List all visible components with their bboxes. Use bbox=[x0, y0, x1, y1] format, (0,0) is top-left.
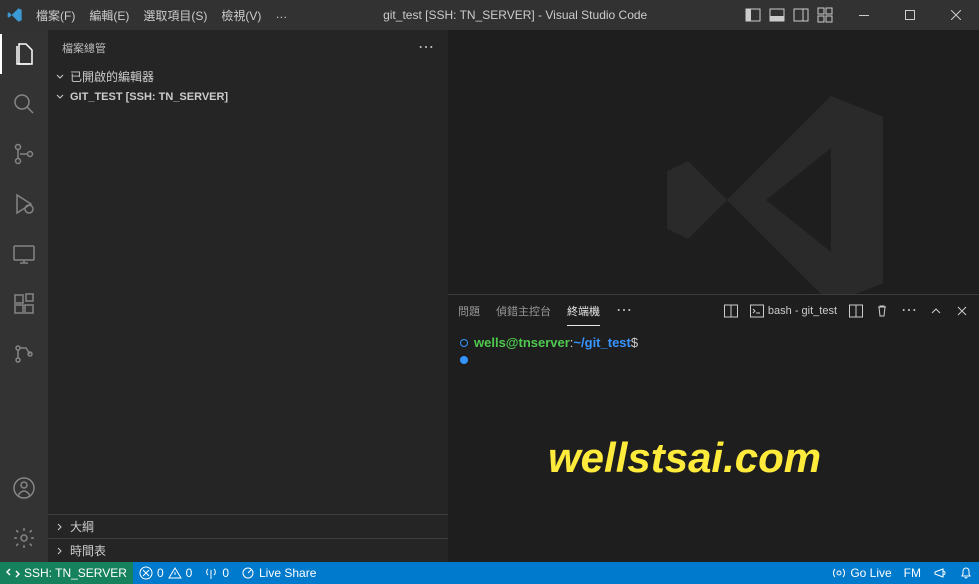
toggle-panel-icon[interactable] bbox=[769, 7, 785, 23]
menu-view[interactable]: 檢視(V) bbox=[215, 3, 267, 28]
shell-label: bash - git_test bbox=[768, 305, 837, 317]
problems-indicator[interactable]: 0 0 bbox=[133, 562, 198, 584]
panel-more-icon[interactable]: ⋯ bbox=[616, 303, 632, 319]
ports-indicator[interactable]: 0 bbox=[198, 562, 235, 584]
bell-icon bbox=[959, 566, 973, 580]
menu-file[interactable]: 檔案(F) bbox=[30, 3, 81, 28]
close-panel-icon[interactable] bbox=[955, 304, 969, 318]
fm-label: FM bbox=[904, 566, 921, 580]
close-button[interactable] bbox=[933, 0, 979, 30]
split-editor-icon[interactable] bbox=[724, 304, 738, 318]
warning-count: 0 bbox=[186, 566, 193, 580]
vscode-watermark-icon bbox=[649, 70, 909, 330]
remote-label: SSH: TN_SERVER bbox=[24, 566, 127, 580]
megaphone-icon bbox=[933, 566, 947, 580]
folder-label: GIT_TEST [SSH: TN_SERVER] bbox=[70, 91, 228, 103]
trash-icon[interactable] bbox=[875, 304, 889, 318]
menu-bar: 檔案(F) 編輯(E) 選取項目(S) 檢視(V) … bbox=[30, 3, 293, 28]
explorer-icon[interactable] bbox=[0, 34, 48, 74]
chevron-down-icon bbox=[54, 91, 66, 103]
liveshare-label: Live Share bbox=[259, 566, 316, 580]
ports-count: 0 bbox=[222, 566, 229, 580]
toggle-primary-sidebar-icon[interactable] bbox=[745, 7, 761, 23]
window-controls bbox=[841, 0, 979, 30]
menu-more[interactable]: … bbox=[269, 3, 293, 28]
timeline-section[interactable]: 時間表 bbox=[48, 538, 448, 562]
open-editors-section[interactable]: 已開啟的編輯器 bbox=[48, 65, 448, 88]
prompt-circle-icon bbox=[460, 339, 468, 347]
chevron-down-icon bbox=[54, 71, 66, 83]
golive-button[interactable]: Go Live bbox=[826, 566, 897, 580]
warning-icon bbox=[168, 566, 182, 580]
activity-bar bbox=[0, 30, 48, 562]
terminal-shell-selector[interactable]: bash - git_test bbox=[750, 304, 837, 318]
toggle-secondary-sidebar-icon[interactable] bbox=[793, 7, 809, 23]
accounts-icon[interactable] bbox=[0, 468, 48, 508]
remote-explorer-icon[interactable] bbox=[0, 234, 48, 274]
sidebar-title: 檔案總管 bbox=[62, 40, 106, 56]
vscode-logo-icon bbox=[0, 7, 30, 23]
menu-edit[interactable]: 編輯(E) bbox=[83, 3, 135, 28]
maximize-button[interactable] bbox=[887, 0, 933, 30]
customize-layout-icon[interactable] bbox=[817, 7, 833, 23]
prompt-cursor-icon bbox=[460, 356, 468, 364]
status-bar: SSH: TN_SERVER 0 0 0 Live Share Go Live … bbox=[0, 562, 979, 584]
editor-area: 問題 偵錯主控台 終端機 ⋯ bash - git_test ⋯ bbox=[448, 30, 979, 562]
settings-gear-icon[interactable] bbox=[0, 518, 48, 558]
title-bar: 檔案(F) 編輯(E) 選取項目(S) 檢視(V) … git_test [SS… bbox=[0, 0, 979, 30]
feedback-button[interactable] bbox=[927, 566, 953, 580]
menu-selection[interactable]: 選取項目(S) bbox=[137, 3, 213, 28]
remote-indicator[interactable]: SSH: TN_SERVER bbox=[0, 562, 133, 584]
antenna-icon bbox=[204, 566, 218, 580]
sidebar-more-icon[interactable]: ⋯ bbox=[418, 40, 434, 56]
terminal-icon bbox=[750, 304, 764, 318]
term-path: ~/git_test bbox=[573, 335, 630, 350]
notifications-button[interactable] bbox=[953, 566, 979, 580]
chevron-right-icon bbox=[54, 521, 66, 533]
chevron-up-icon[interactable] bbox=[929, 304, 943, 318]
source-control-icon[interactable] bbox=[0, 134, 48, 174]
git-graph-icon[interactable] bbox=[0, 334, 48, 374]
sidebar-header: 檔案總管 ⋯ bbox=[48, 30, 448, 65]
tab-debug-console[interactable]: 偵錯主控台 bbox=[496, 297, 551, 325]
remote-icon bbox=[6, 566, 20, 580]
term-at: @ bbox=[506, 335, 519, 350]
tab-problems[interactable]: 問題 bbox=[458, 297, 480, 325]
split-terminal-icon[interactable] bbox=[849, 304, 863, 318]
sidebar-explorer: 檔案總管 ⋯ 已開啟的編輯器 GIT_TEST [SSH: TN_SERVER]… bbox=[48, 30, 448, 562]
search-icon[interactable] bbox=[0, 84, 48, 124]
open-editors-label: 已開啟的編輯器 bbox=[70, 68, 154, 85]
outline-section[interactable]: 大綱 bbox=[48, 514, 448, 538]
window-title: git_test [SSH: TN_SERVER] - Visual Studi… bbox=[293, 8, 737, 22]
run-debug-icon[interactable] bbox=[0, 184, 48, 224]
tab-terminal[interactable]: 終端機 bbox=[567, 297, 600, 326]
panel-tabs: 問題 偵錯主控台 終端機 ⋯ bash - git_test ⋯ bbox=[448, 295, 979, 327]
outline-label: 大綱 bbox=[70, 518, 94, 535]
golive-label: Go Live bbox=[850, 566, 891, 580]
liveshare-button[interactable]: Live Share bbox=[235, 562, 322, 584]
extensions-icon[interactable] bbox=[0, 284, 48, 324]
terminal-more-icon[interactable]: ⋯ bbox=[901, 303, 917, 319]
layout-controls bbox=[737, 7, 841, 23]
terminal-prompt: wells@tnserver:~/git_test$ bbox=[460, 335, 967, 350]
watermark-text: wellstsai.com bbox=[548, 434, 821, 482]
fm-indicator[interactable]: FM bbox=[898, 566, 927, 580]
bottom-panel: 問題 偵錯主控台 終端機 ⋯ bash - git_test ⋯ bbox=[448, 294, 979, 562]
liveshare-icon bbox=[241, 566, 255, 580]
broadcast-icon bbox=[832, 566, 846, 580]
minimize-button[interactable] bbox=[841, 0, 887, 30]
term-dollar: $ bbox=[631, 335, 638, 350]
folder-section[interactable]: GIT_TEST [SSH: TN_SERVER] bbox=[48, 88, 448, 106]
term-user: wells bbox=[474, 335, 506, 350]
error-icon bbox=[139, 566, 153, 580]
error-count: 0 bbox=[157, 566, 164, 580]
term-host: tnserver bbox=[518, 335, 569, 350]
chevron-right-icon bbox=[54, 545, 66, 557]
timeline-label: 時間表 bbox=[70, 542, 106, 559]
